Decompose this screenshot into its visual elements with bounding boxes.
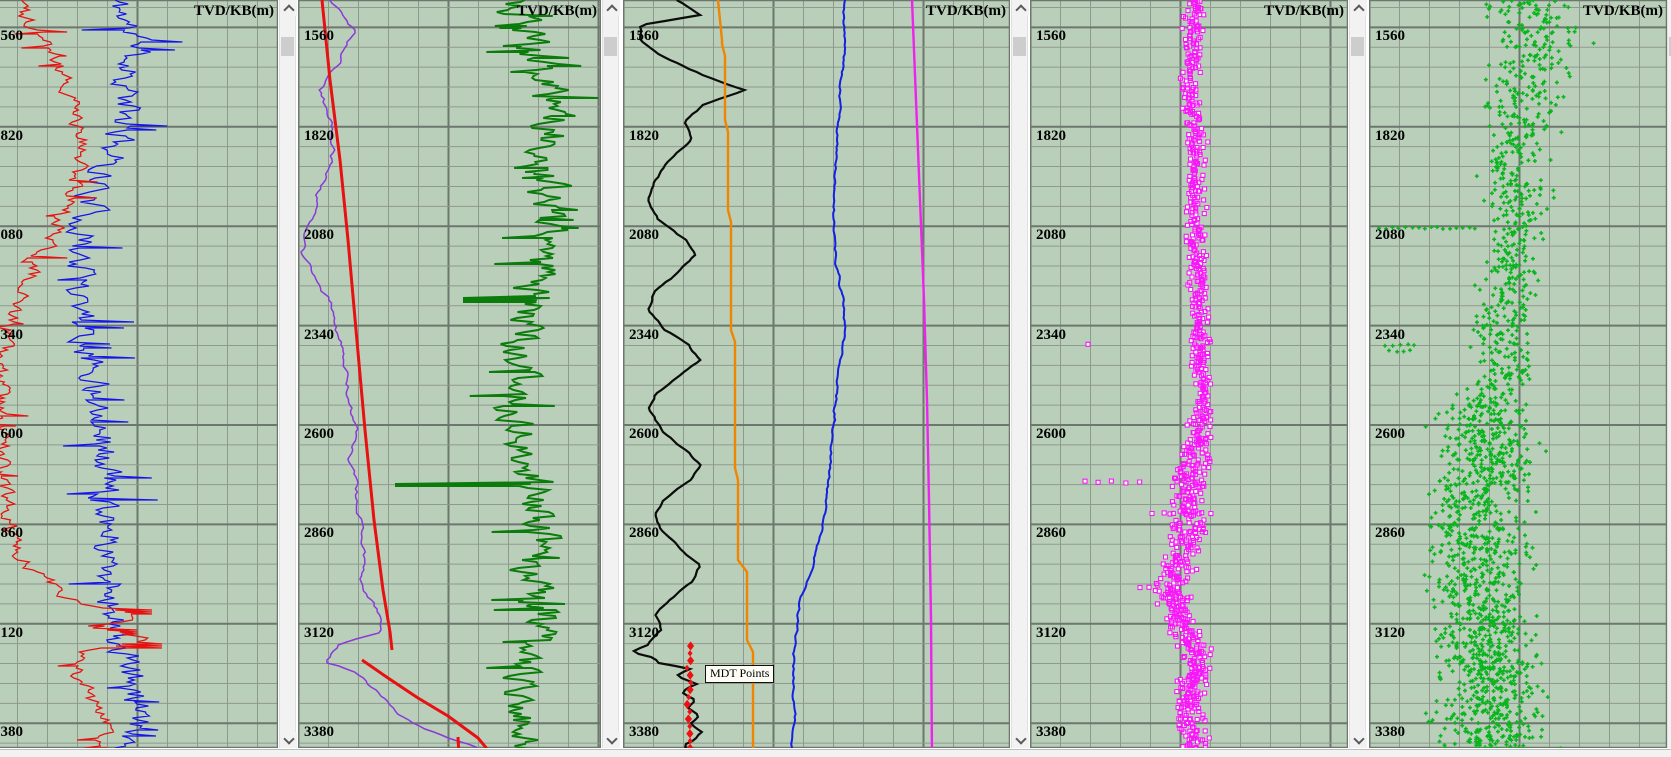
- chevron-down-icon: [1353, 733, 1364, 744]
- depth-tick-label: 2600: [629, 426, 659, 443]
- depth-tick-label: 1820: [629, 128, 659, 145]
- depth-tick-label: 3380: [1036, 724, 1066, 741]
- chevron-up-icon: [1015, 4, 1026, 15]
- log-track-4: 1560 1820 2080 2340 2600 2860 3120 3380 TVD/KB(…: [1030, 0, 1366, 748]
- log-track-2: 1560 1820 2080 2340 2600 2860 3120 3380 TVD/KB(…: [298, 0, 619, 748]
- track-5-plot-area[interactable]: 1560 1820 2080 2340 2600 2860 3120 3380 TVD/KB(…: [1369, 0, 1667, 748]
- depth-tick-label: 2600: [304, 426, 334, 443]
- well-log-viewer: 1560 1820 2080 2340 2600 2860 3120 3380 TVD/KB(…: [0, 0, 1671, 757]
- scroll-thumb[interactable]: [1013, 37, 1026, 56]
- depth-tick-label: 2340: [304, 327, 334, 344]
- scroll-down-button[interactable]: [280, 732, 297, 748]
- track-4-plot-area[interactable]: 1560 1820 2080 2340 2600 2860 3120 3380 TVD/KB(…: [1030, 0, 1348, 748]
- depth-tick-label: 1560: [1036, 28, 1066, 45]
- scroll-up-button[interactable]: [603, 0, 620, 16]
- log-track-5: 1560 1820 2080 2340 2600 2860 3120 3380 TVD/KB(…: [1369, 0, 1671, 748]
- chevron-up-icon: [283, 4, 294, 15]
- depth-tick-label: 3380: [304, 724, 334, 741]
- depth-tick-label: 2860: [1036, 525, 1066, 542]
- depth-tick-label: 2080: [1036, 227, 1066, 244]
- scroll-up-button[interactable]: [1350, 0, 1367, 16]
- chevron-down-icon: [283, 733, 294, 744]
- depth-tick-label: 3120: [304, 625, 334, 642]
- log-track-1: 1560 1820 2080 2340 2600 2860 3120 3380 TVD/KB(…: [0, 0, 296, 748]
- mdt-points-label: MDT Points: [705, 665, 774, 683]
- depth-tick-label: 3120: [1375, 625, 1405, 642]
- horizontal-scroll-strip[interactable]: [0, 749, 1671, 757]
- depth-tick-label: 1820: [304, 128, 334, 145]
- scroll-thumb[interactable]: [1351, 37, 1364, 56]
- scroll-down-button[interactable]: [1350, 732, 1367, 748]
- scroll-up-button[interactable]: [1012, 0, 1029, 16]
- depth-axis-header: TVD/KB(m): [517, 3, 597, 20]
- chevron-down-icon: [1015, 733, 1026, 744]
- depth-tick-label: 2860: [629, 525, 659, 542]
- depth-tick-label: 1560: [304, 28, 334, 45]
- scroll-thumb[interactable]: [604, 37, 617, 56]
- depth-tick-label: 1820: [0, 128, 23, 145]
- depth-tick-label: 2340: [0, 327, 23, 344]
- depth-tick-label: 2860: [1375, 525, 1405, 542]
- depth-tick-label: 3120: [629, 625, 659, 642]
- depth-tick-label: 2600: [0, 426, 23, 443]
- scroll-down-button[interactable]: [603, 732, 620, 748]
- track-2-vertical-scrollbar[interactable]: [602, 0, 619, 748]
- depth-tick-label: 1820: [1375, 128, 1405, 145]
- depth-tick-label: 1560: [1375, 28, 1405, 45]
- depth-tick-label: 3380: [0, 724, 23, 741]
- chevron-down-icon: [606, 733, 617, 744]
- depth-tick-label: 2600: [1375, 426, 1405, 443]
- depth-axis-header: TVD/KB(m): [926, 3, 1006, 20]
- depth-tick-label: 3120: [0, 625, 23, 642]
- depth-tick-label: 1560: [0, 28, 23, 45]
- chevron-up-icon: [1353, 4, 1364, 15]
- scroll-down-button[interactable]: [1012, 732, 1029, 748]
- track-3-vertical-scrollbar[interactable]: [1011, 0, 1028, 748]
- depth-tick-label: 2860: [0, 525, 23, 542]
- depth-axis-header: TVD/KB(m): [194, 3, 274, 20]
- depth-tick-label: 2080: [1375, 227, 1405, 244]
- depth-tick-label: 1820: [1036, 128, 1066, 145]
- track-4-vertical-scrollbar[interactable]: [1349, 0, 1366, 748]
- scroll-thumb[interactable]: [281, 37, 294, 56]
- chevron-up-icon: [606, 4, 617, 15]
- depth-tick-label: 2080: [629, 227, 659, 244]
- depth-tick-label: 2080: [304, 227, 334, 244]
- depth-axis-header: TVD/KB(m): [1264, 3, 1344, 20]
- track-1-plot-area[interactable]: 1560 1820 2080 2340 2600 2860 3120 3380 TVD/KB(…: [0, 0, 278, 748]
- scroll-up-button[interactable]: [280, 0, 297, 16]
- track-2-plot-area[interactable]: 1560 1820 2080 2340 2600 2860 3120 3380 TVD/KB(…: [298, 0, 601, 748]
- depth-tick-label: 2340: [1375, 327, 1405, 344]
- depth-tick-label: 2340: [629, 327, 659, 344]
- track-3-plot-area[interactable]: 1560 1820 2080 2340 2600 2860 3120 3380 TVD/KB(…: [623, 0, 1010, 748]
- depth-tick-label: 2600: [1036, 426, 1066, 443]
- depth-tick-label: 2860: [304, 525, 334, 542]
- depth-tick-label: 1560: [629, 28, 659, 45]
- track-5-vertical-scrollbar[interactable]: [1667, 0, 1671, 748]
- track-1-vertical-scrollbar[interactable]: [279, 0, 296, 748]
- depth-tick-label: 3380: [1375, 724, 1405, 741]
- depth-tick-label: 3120: [1036, 625, 1066, 642]
- depth-tick-label: 2080: [0, 227, 23, 244]
- depth-axis-header: TVD/KB(m): [1583, 3, 1663, 20]
- log-track-3: 1560 1820 2080 2340 2600 2860 3120 3380 TVD/KB(…: [623, 0, 1028, 748]
- depth-tick-label: 3380: [629, 724, 659, 741]
- depth-tick-label: 2340: [1036, 327, 1066, 344]
